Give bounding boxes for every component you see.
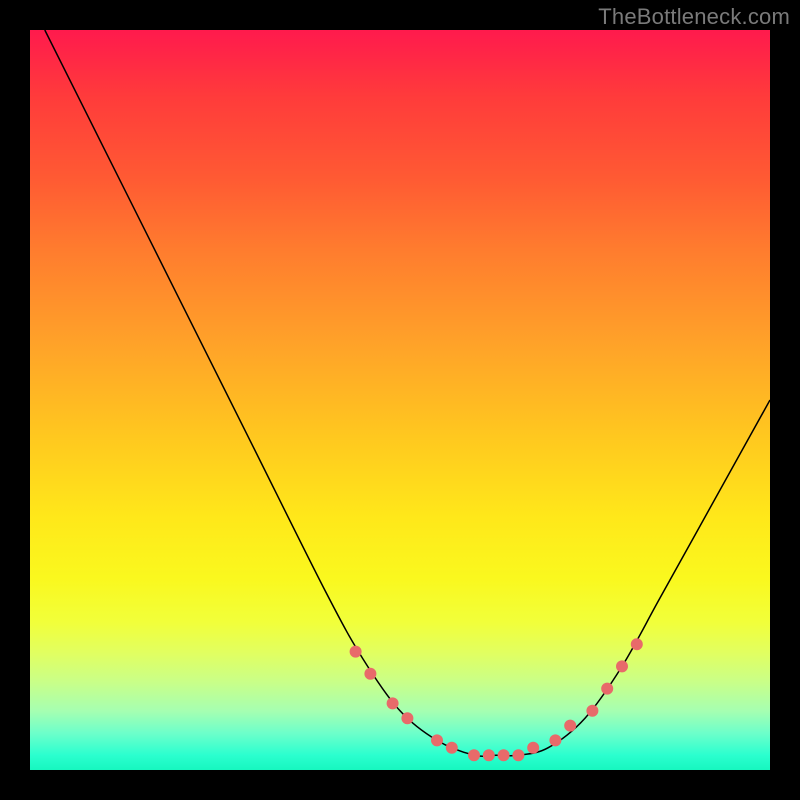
marker-dot	[631, 638, 643, 650]
marker-dot	[350, 646, 362, 658]
plot-area	[30, 30, 770, 770]
marker-dot	[586, 705, 598, 717]
marker-dot	[364, 668, 376, 680]
marker-dot	[498, 749, 510, 761]
marker-dot	[512, 749, 524, 761]
marker-dot	[387, 697, 399, 709]
chart-frame: TheBottleneck.com	[0, 0, 800, 800]
marker-dot	[483, 749, 495, 761]
marker-group	[350, 638, 643, 761]
marker-dot	[616, 660, 628, 672]
marker-dot	[564, 720, 576, 732]
marker-dot	[468, 749, 480, 761]
marker-dot	[431, 734, 443, 746]
marker-dot	[601, 683, 613, 695]
marker-dot	[401, 712, 413, 724]
curve-svg	[30, 30, 770, 770]
marker-dot	[527, 742, 539, 754]
marker-dot	[549, 734, 561, 746]
bottleneck-curve	[45, 30, 770, 756]
watermark-text: TheBottleneck.com	[598, 4, 790, 30]
marker-dot	[446, 742, 458, 754]
